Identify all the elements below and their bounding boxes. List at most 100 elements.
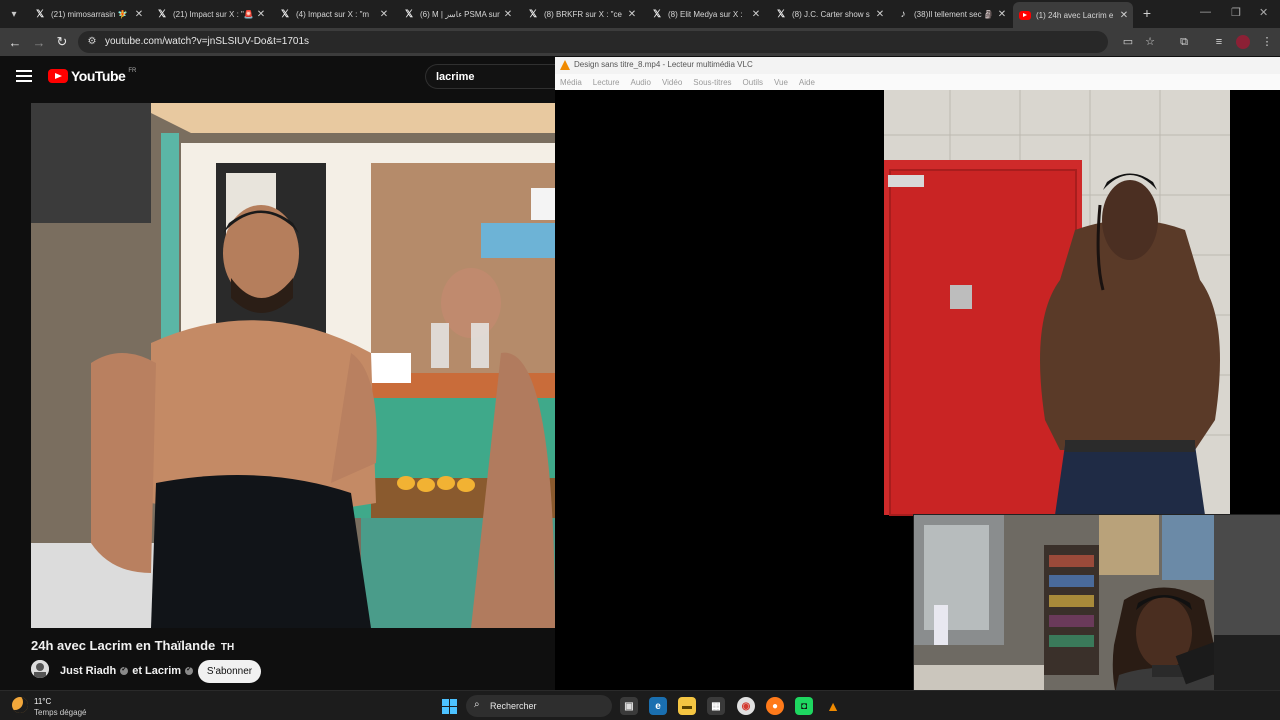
vlc-taskbar-icon[interactable]: ▲: [824, 697, 842, 715]
close-window-icon[interactable]: ✕: [1259, 6, 1268, 19]
x-icon: 𝕏: [404, 8, 414, 20]
video-title: 24h avec Lacrim en Thaïlande TH: [31, 638, 234, 653]
youtube-logo[interactable]: YouTube FR: [48, 68, 136, 84]
firefox-icon[interactable]: ●: [766, 697, 784, 715]
site-info-icon[interactable]: ⚙: [86, 36, 98, 48]
x-icon: 𝕏: [776, 8, 786, 20]
edge-icon[interactable]: e: [649, 697, 667, 715]
browser-tab[interactable]: 𝕏 (21) mimosarrasin 🧚 ✕: [28, 3, 148, 25]
vlc-menu-video[interactable]: Vidéo: [662, 78, 682, 87]
tab-title: (21) mimosarrasin 🧚: [51, 9, 128, 19]
avatar-image: [31, 660, 49, 678]
taskbar-search-input[interactable]: ⌕ Rechercher: [466, 695, 612, 717]
moon-weather-icon[interactable]: [12, 697, 28, 713]
tab-close-icon[interactable]: ✕: [996, 9, 1008, 20]
address-bar[interactable]: ⚙ youtube.com/watch?v=jnSLSIUV-Do&t=1701…: [78, 31, 1108, 53]
tab-close-icon[interactable]: ✕: [626, 9, 638, 20]
vlc-menu-help[interactable]: Aide: [799, 78, 815, 87]
tab-close-icon[interactable]: ✕: [874, 9, 886, 20]
channel-link-just-riadh[interactable]: Just Riadh: [60, 665, 116, 677]
vlc-menu-tools[interactable]: Outils: [743, 78, 763, 87]
browser-menu-icon[interactable]: ⋮: [1260, 35, 1274, 49]
youtube-play-icon: [48, 69, 68, 83]
tab-title: (6) M | ﺀﺎﺳﺭ PSMA sur X: [420, 9, 502, 19]
vlc-cone-icon: [560, 60, 570, 70]
channel-join-text: et: [132, 665, 143, 677]
browser-tab[interactable]: 𝕏 (8) Elit Medya sur X : ✕: [645, 3, 765, 25]
verified-badge-icon: [120, 665, 129, 675]
chrome-icon[interactable]: ◉: [737, 697, 755, 715]
vlc-menu-audio[interactable]: Audio: [630, 78, 650, 87]
microsoft-store-icon[interactable]: ▦: [707, 697, 725, 715]
browser-tab[interactable]: ♪ (38)Il tellement sec 🗿 ✕: [891, 3, 1011, 25]
task-view-icon[interactable]: ▣: [620, 697, 638, 715]
video-title-text: 24h avec Lacrim en Thaïlande: [31, 638, 216, 653]
tab-close-icon[interactable]: ✕: [502, 9, 514, 20]
x-icon: 𝕏: [35, 8, 45, 20]
vlc-window-title: Design sans titre_8.mp4 - Lecteur multim…: [574, 60, 753, 69]
search-input[interactable]: lacrime: [425, 64, 560, 89]
channel-names: Just Riadh et Lacrim: [60, 665, 197, 677]
url-text[interactable]: youtube.com/watch?v=jnSLSIUV-Do&t=1701s: [105, 36, 309, 47]
tab-title: (4) Impact sur X : "m: [296, 9, 370, 19]
bookmark-star-icon[interactable]: ☆: [1143, 35, 1157, 49]
browser-toolbar: ← → ↻ ⚙ youtube.com/watch?v=jnSLSIUV-Do&…: [0, 28, 1280, 56]
reading-list-icon[interactable]: ≡: [1212, 35, 1226, 49]
channel-link-lacrim[interactable]: Lacrim: [145, 665, 181, 677]
windows-start-icon[interactable]: [442, 699, 457, 714]
tab-close-icon[interactable]: ✕: [133, 9, 145, 20]
search-query: lacrime: [436, 71, 475, 83]
forward-icon[interactable]: →: [31, 34, 47, 50]
x-icon: 𝕏: [280, 8, 290, 20]
streaming-app-icon[interactable]: ◘: [795, 697, 813, 715]
hamburger-menu-icon[interactable]: [16, 70, 32, 82]
extensions-icon[interactable]: ⧉: [1177, 35, 1191, 49]
back-icon[interactable]: ←: [7, 34, 23, 50]
browser-tab-strip: ▾ 𝕏 (21) mimosarrasin 🧚 ✕ 𝕏 (21) Impact …: [0, 0, 1280, 28]
tab-title: (38)Il tellement sec 🗿: [914, 9, 994, 19]
x-icon: 𝕏: [652, 8, 662, 20]
file-explorer-icon[interactable]: ▬: [678, 697, 696, 715]
weather-temperature[interactable]: 11°C: [34, 697, 51, 706]
vlc-menubar: Média Lecture Audio Vidéo Sous-titres Ou…: [555, 74, 1280, 90]
vlc-menu-playback[interactable]: Lecture: [593, 78, 620, 87]
browser-tab[interactable]: 𝕏 (8) J.C. Carter show s ✕: [769, 3, 889, 25]
tab-title: (8) J.C. Carter show s: [792, 9, 870, 19]
weather-description[interactable]: Temps dégagé: [34, 708, 86, 717]
vlc-menu-media[interactable]: Média: [560, 78, 582, 87]
tiktok-icon: ♪: [900, 8, 906, 20]
browser-tab[interactable]: 𝕏 (6) M | ﺀﺎﺳﺭ PSMA sur X ✕: [397, 3, 517, 25]
tab-close-icon[interactable]: ✕: [378, 9, 390, 20]
tab-close-icon[interactable]: ✕: [750, 9, 762, 20]
cast-icon[interactable]: ▭: [1121, 35, 1135, 49]
browser-tab[interactable]: 𝕏 (21) Impact sur X : "🚨 ✕: [150, 3, 270, 25]
vlc-titlebar[interactable]: Design sans titre_8.mp4 - Lecteur multim…: [555, 57, 1280, 74]
new-tab-button[interactable]: +: [1138, 4, 1156, 22]
tab-title: (1) 24h avec Lacrim e: [1036, 10, 1114, 20]
browser-tab-active[interactable]: (1) 24h avec Lacrim e ✕: [1013, 2, 1133, 28]
browser-tab[interactable]: 𝕏 (4) Impact sur X : "m ✕: [273, 3, 393, 25]
minimize-icon[interactable]: —: [1200, 6, 1211, 18]
search-icon: ⌕: [474, 699, 480, 710]
tab-close-icon[interactable]: ✕: [1118, 10, 1130, 21]
browser-tab[interactable]: 𝕏 (8) BRKFR sur X : "ce ✕: [521, 3, 641, 25]
vlc-menu-view[interactable]: Vue: [774, 78, 788, 87]
tab-close-icon[interactable]: ✕: [255, 9, 267, 20]
profile-avatar-icon[interactable]: [1236, 35, 1250, 49]
youtube-wordmark: YouTube: [71, 68, 126, 84]
reload-icon[interactable]: ↻: [54, 34, 70, 50]
tab-title: (21) Impact sur X : "🚨: [173, 9, 254, 19]
x-icon: 𝕏: [157, 8, 167, 20]
vlc-menu-subtitles[interactable]: Sous-titres: [693, 78, 731, 87]
country-code: FR: [128, 68, 137, 74]
video-frame-scene: [31, 103, 555, 628]
x-icon: 𝕏: [528, 8, 538, 20]
video-title-flag: TH: [220, 642, 235, 653]
verified-badge-icon: [185, 665, 194, 675]
taskbar-search-placeholder: Rechercher: [490, 701, 537, 711]
subscribe-button[interactable]: S'abonner: [198, 660, 261, 683]
channel-avatar[interactable]: [31, 660, 49, 678]
tab-search-dropdown-icon[interactable]: ▾: [4, 4, 24, 24]
maximize-icon[interactable]: ❐: [1231, 6, 1241, 19]
video-player[interactable]: [31, 103, 555, 628]
